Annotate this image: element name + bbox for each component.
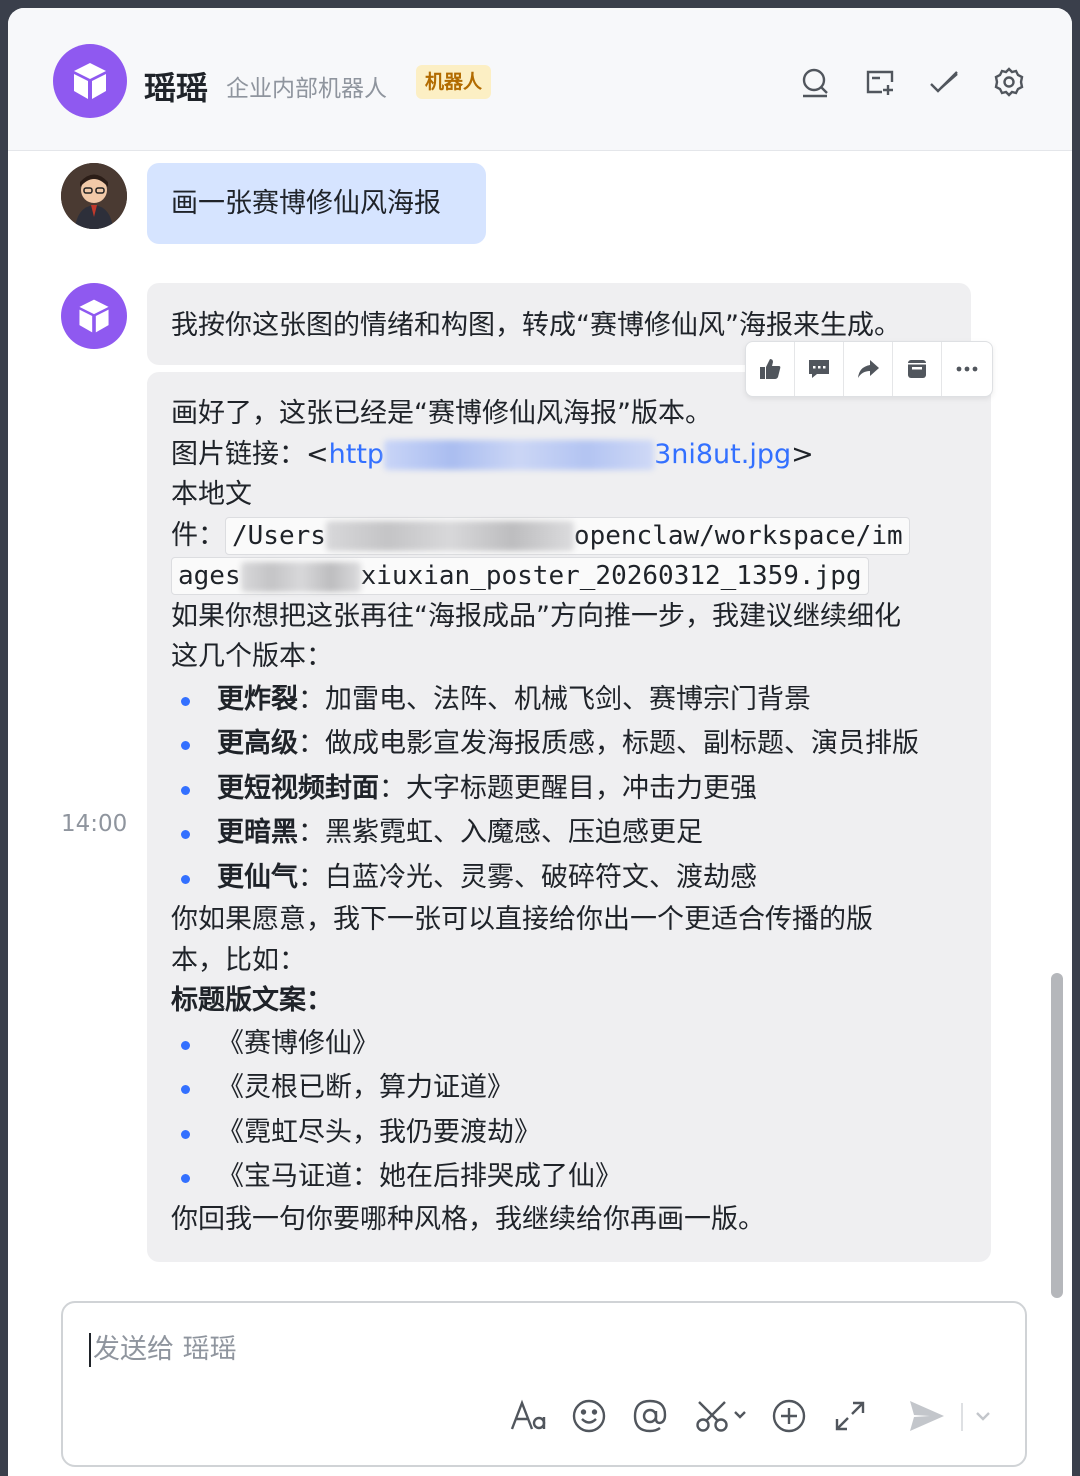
add-tab-icon[interactable] xyxy=(860,62,900,102)
send-icon[interactable] xyxy=(906,1395,948,1437)
chat-window: 瑶瑶 企业内部机器人 机器人 画一张赛博修仙风海报 我按你这张图的情绪和构图，转… xyxy=(8,8,1072,1476)
settings-icon[interactable] xyxy=(989,62,1029,102)
message-actions-toolbar xyxy=(745,341,993,397)
option-text: ：大字标题更醒目，冲击力更强 xyxy=(379,772,757,804)
list-item: 《宝马证道：她在后排哭成了仙》 xyxy=(171,1155,991,1200)
reply-line: 这几个版本： xyxy=(171,641,333,672)
thumbs-up-icon[interactable] xyxy=(746,342,795,396)
option-text: ：加雷电、法阵、机械飞剑、赛博宗门背景 xyxy=(298,683,811,715)
user-avatar[interactable] xyxy=(61,163,127,229)
bot-badge: 机器人 xyxy=(416,65,492,99)
list-item: 更炸裂：加雷电、法阵、机械飞剑、赛博宗门背景 xyxy=(171,678,991,723)
font-format-icon[interactable] xyxy=(508,1395,550,1437)
bot-reply-message: 画好了，这张已经是“赛博修仙风海报”版本。 图片链接：<http 3ni8ut.j… xyxy=(147,372,991,1262)
titles-heading: 标题版文案： xyxy=(171,985,333,1016)
redacted-path xyxy=(325,521,574,551)
message-input-placeholder: 发送给 瑶瑶 xyxy=(89,1333,237,1367)
bot-avatar[interactable] xyxy=(53,44,127,118)
send-divider xyxy=(961,1403,963,1431)
reply-line: 本地文 xyxy=(171,479,252,510)
chat-header: 瑶瑶 企业内部机器人 机器人 xyxy=(8,8,1072,151)
option-title: 更炸裂 xyxy=(217,683,298,715)
redacted-path xyxy=(240,561,361,592)
list-item: 更暗黑：黑紫霓虹、入魔感、压迫感更足 xyxy=(171,811,991,856)
path-prefix: 件： xyxy=(171,519,225,551)
path-line: ages xiuxian_poster_20260312_1359.jpg xyxy=(171,556,991,597)
add-circle-icon[interactable] xyxy=(768,1395,810,1437)
emoji-icon[interactable] xyxy=(568,1395,610,1437)
reply-line: 你如果愿意，我下一张可以直接给你出一个更适合传播的版 xyxy=(171,904,873,935)
list-item: 《灵根已断，算力证道》 xyxy=(171,1066,991,1111)
option-text: ：黑紫霓虹、入魔感、压迫感更足 xyxy=(298,817,703,848)
reply-line: 如果你想把这张再往“海报成品”方向推一步，我建议继续细化 xyxy=(171,600,901,632)
file-path-code: /Users openclaw/workspace/im xyxy=(225,516,910,555)
cube-icon xyxy=(79,299,109,333)
list-item: 更短视频封面：大字标题更醒目，冲击力更强 xyxy=(171,767,991,812)
reply-line: 你回我一句你要哪种风格，我继续给你再画一版。 xyxy=(171,1203,765,1235)
image-link[interactable]: http 3ni8ut.jpg xyxy=(329,439,791,470)
list-item: 更仙气：白蓝冷光、灵雾、破碎符文、渡劫感 xyxy=(171,856,991,901)
comment-icon[interactable] xyxy=(795,342,844,396)
expand-icon[interactable] xyxy=(829,1395,871,1437)
path-end: xiuxian_poster_20260312_1359.jpg xyxy=(360,561,862,591)
option-title: 更高级 xyxy=(217,728,298,759)
list-item: 《霓虹尽头，我仍要渡劫》 xyxy=(171,1111,991,1156)
chat-title: 瑶瑶 xyxy=(144,69,209,107)
path-start: ages xyxy=(178,561,241,591)
forward-icon[interactable] xyxy=(844,342,893,396)
path-end: openclaw/workspace/im xyxy=(573,520,903,551)
message-input[interactable]: 发送给 瑶瑶 xyxy=(61,1301,1027,1467)
bot-message-avatar[interactable] xyxy=(61,283,127,349)
redacted-url xyxy=(384,440,655,470)
link-start: http xyxy=(328,438,385,470)
user-message: 画一张赛博修仙风海报 xyxy=(147,163,486,244)
option-title: 更暗黑 xyxy=(217,817,298,848)
image-link-line: 图片链接：<http 3ni8ut.jpg> xyxy=(171,435,991,476)
path-line: 件：/Users openclaw/workspace/im xyxy=(171,516,991,557)
archive-icon[interactable] xyxy=(893,342,942,396)
scissors-icon[interactable] xyxy=(693,1395,751,1437)
mention-icon[interactable] xyxy=(629,1395,671,1437)
done-icon[interactable] xyxy=(924,62,964,102)
reply-line: 本，比如： xyxy=(171,944,306,976)
cube-icon xyxy=(74,63,106,99)
title-list: 《赛博修仙》 《灵根已断，算力证道》 《霓虹尽头，我仍要渡劫》 《宝马证道：她在… xyxy=(171,1022,991,1200)
list-item: 更高级：做成电影宣发海报质感，标题、副标题、演员排版 xyxy=(171,722,991,767)
option-title: 更仙气 xyxy=(217,861,298,893)
link-end: 3ni8ut.jpg xyxy=(654,438,792,470)
more-icon[interactable] xyxy=(942,342,991,396)
send-options-icon[interactable] xyxy=(968,1395,998,1437)
option-title: 更短视频封面 xyxy=(217,772,379,804)
option-list: 更炸裂：加雷电、法阵、机械飞剑、赛博宗门背景 更高级：做成电影宣发海报质感，标题… xyxy=(171,678,991,901)
option-text: ：做成电影宣发海报质感，标题、副标题、演员排版 xyxy=(298,728,919,759)
path-start: /Users xyxy=(232,520,326,551)
search-icon[interactable] xyxy=(795,62,835,102)
list-item: 《赛博修仙》 xyxy=(171,1022,991,1067)
reply-line: 画好了，这张已经是“赛博修仙风海报”版本。 xyxy=(171,398,712,429)
option-text: ：白蓝冷光、灵雾、破碎符文、渡劫感 xyxy=(298,861,757,893)
message-time: 14:00 xyxy=(61,811,128,837)
scrollbar-thumb[interactable] xyxy=(1051,973,1063,1298)
link-suffix: > xyxy=(791,438,814,470)
chat-subtitle: 企业内部机器人 xyxy=(226,76,387,102)
link-prefix: 图片链接：< xyxy=(171,438,329,470)
file-path-code: ages xiuxian_poster_20260312_1359.jpg xyxy=(171,557,869,595)
